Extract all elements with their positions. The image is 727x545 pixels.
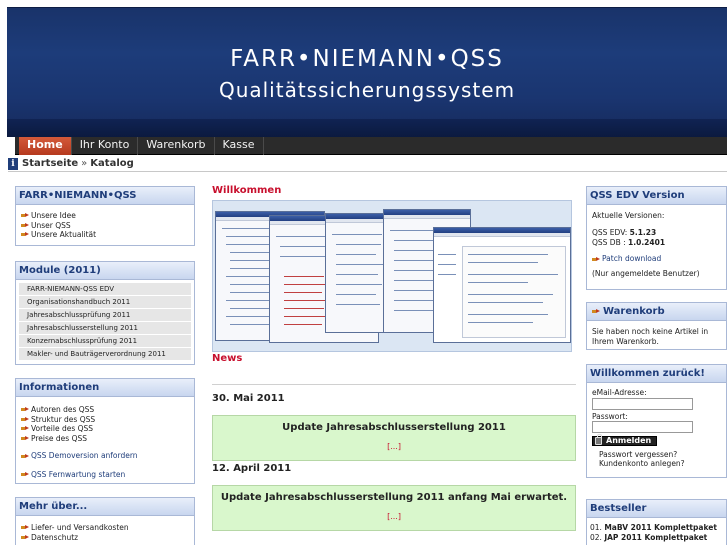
cart-box-title[interactable]: Warenkorb (587, 303, 726, 321)
modules-box: Module (2011) FARR-NIEMANN-QSS EDV Organ… (15, 261, 195, 365)
link-unsere-aktualitaet[interactable]: Unsere Aktualität (21, 230, 189, 240)
news-divider (212, 384, 576, 385)
arrow-icon (592, 256, 600, 262)
more-box: Mehr über... Liefer- und Versandkosten D… (15, 497, 195, 545)
link-vorteile[interactable]: Vorteile des QSS (21, 424, 189, 434)
info-icon: i (8, 157, 18, 170)
news-title[interactable]: Update Jahresabschlusserstellung 2011 an… (213, 492, 575, 503)
version-note: (Nur angemeldete Benutzer) (592, 269, 700, 278)
nav-home[interactable]: Home (19, 137, 72, 155)
login-button[interactable]: Anmelden (592, 434, 658, 447)
link-preise[interactable]: Preise des QSS (21, 434, 189, 444)
password-field[interactable] (592, 421, 693, 434)
nav-warenkorb[interactable]: Warenkorb (138, 137, 215, 155)
breadcrumb-home[interactable]: Startseite (22, 158, 78, 169)
module-item[interactable]: Organisationshandbuch 2011 (19, 296, 191, 309)
lock-icon (595, 434, 602, 446)
breadcrumb-current[interactable]: Katalog (90, 158, 133, 169)
news-date: 30. Mai 2011 (212, 393, 285, 404)
brand-subtitle: Qualitätssicherungssystem (218, 78, 516, 102)
link-versandkosten[interactable]: Liefer- und Versandkosten (21, 523, 189, 533)
forgot-password-link[interactable]: Passwort vergessen? (592, 450, 721, 460)
version-edv: QSS EDV: 5.1.23 (592, 228, 657, 237)
module-item[interactable]: Makler- und Bauträgerverordnung 2011 (19, 348, 191, 361)
arrow-icon (21, 453, 29, 459)
brand-name[interactable]: FARR•NIEMANN•QSS (7, 46, 727, 72)
patch-download-link[interactable]: Patch download (592, 254, 721, 264)
link-unser-qss[interactable]: Unser QSS (21, 221, 189, 231)
arrow-icon (21, 525, 29, 530)
breadcrumb-divider (8, 171, 727, 172)
news-read-more[interactable]: [...] (213, 512, 575, 521)
news-item: Update Jahresabschlusserstellung 2011 an… (212, 485, 576, 531)
header-banner: FARR•NIEMANN•QSS Qualitätssicherungssyst… (7, 7, 727, 137)
link-struktur[interactable]: Struktur des QSS (21, 415, 189, 425)
email-label: eMail-Adresse: (592, 388, 647, 397)
main-nav: Home Ihr Konto Warenkorb Kasse (15, 137, 727, 155)
nav-ihr-konto[interactable]: Ihr Konto (72, 137, 139, 155)
news-heading: News (212, 353, 243, 364)
link-datenschutz[interactable]: Datenschutz (21, 533, 189, 543)
company-box-title: FARR•NIEMANN•QSS (16, 187, 194, 205)
version-box-title: QSS EDV Version (587, 187, 726, 205)
nav-kasse[interactable]: Kasse (215, 137, 264, 155)
email-field[interactable] (592, 397, 693, 410)
modules-box-title: Module (2011) (16, 262, 194, 280)
create-account-link[interactable]: Kundenkonto anlegen? (592, 459, 721, 469)
arrow-icon (21, 472, 29, 477)
cart-box: Warenkorb Sie haben noch keine Artikel i… (586, 302, 727, 350)
software-screenshot (212, 200, 572, 352)
bestseller-box-title: Bestseller (587, 500, 726, 518)
password-label: Passwort: (592, 411, 628, 421)
company-box: FARR•NIEMANN•QSS Unsere Idee Unser QSS U… (15, 186, 195, 246)
arrow-icon (21, 534, 29, 540)
link-unsere-idee[interactable]: Unsere Idee (21, 211, 189, 221)
login-box: Willkommen zurück! eMail-Adresse: Passwo… (586, 364, 727, 478)
bestseller-box: Bestseller 01. MaBV 2011 Komplettpaket 0… (586, 499, 727, 545)
breadcrumb: i Startseite » Katalog (8, 157, 134, 170)
module-item[interactable]: Jahresabschlusserstellung 2011 (19, 322, 191, 335)
breadcrumb-separator: » (81, 158, 88, 169)
news-read-more[interactable]: [...] (213, 442, 575, 451)
module-item[interactable]: Jahresabschlussprüfung 2011 (19, 309, 191, 322)
news-date: 12. April 2011 (212, 463, 292, 474)
arrow-icon (21, 213, 29, 218)
arrow-icon (21, 407, 29, 412)
link-autoren[interactable]: Autoren des QSS (21, 405, 189, 415)
link-fernwartung[interactable]: QSS Fernwartung starten (21, 470, 189, 480)
module-item[interactable]: Konzernabschlussprüfung 2011 (19, 335, 191, 348)
arrow-icon (592, 309, 600, 314)
arrow-icon (21, 436, 29, 441)
version-box: QSS EDV Version Aktuelle Versionen: QSS … (586, 186, 727, 290)
link-demoversion[interactable]: QSS Demoversion anfordern (21, 451, 189, 461)
bestseller-item[interactable]: 01. MaBV 2011 Komplettpaket (590, 523, 721, 533)
cart-empty-text: Sie haben noch keine Artikel in Ihrem Wa… (592, 327, 709, 346)
login-box-title: Willkommen zurück! (587, 365, 726, 383)
welcome-heading: Willkommen (212, 185, 282, 196)
bestseller-item[interactable]: 02. JAP 2011 Komplettpaket (590, 533, 721, 543)
arrow-icon (21, 232, 29, 237)
arrow-icon (21, 222, 29, 228)
info-box: Informationen Autoren des QSS Struktur d… (15, 378, 195, 484)
version-db: QSS DB : 1.0.2401 (592, 238, 666, 247)
more-box-title: Mehr über... (16, 498, 194, 516)
version-intro: Aktuelle Versionen: (592, 211, 665, 220)
info-box-title: Informationen (16, 379, 194, 397)
module-item[interactable]: FARR-NIEMANN-QSS EDV (19, 283, 191, 296)
news-item: Update Jahresabschlusserstellung 2011 [.… (212, 415, 576, 461)
news-title[interactable]: Update Jahresabschlusserstellung 2011 (213, 422, 575, 433)
arrow-icon (21, 426, 29, 431)
arrow-icon (21, 416, 29, 422)
